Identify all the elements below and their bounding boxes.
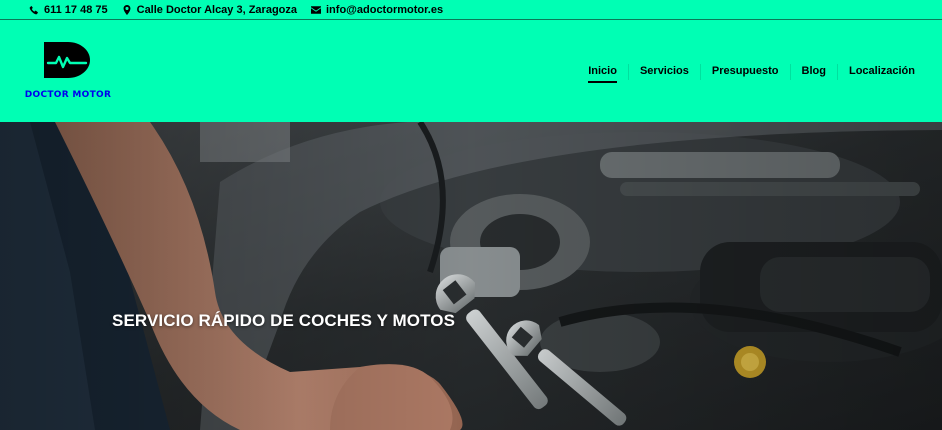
email-link[interactable]: info@adoctormotor.es: [326, 4, 443, 16]
brand-name: DOCTOR MOTOR: [24, 90, 112, 100]
phone-number[interactable]: 611 17 48 75: [44, 4, 108, 16]
nav-item-presupuesto[interactable]: Presupuesto: [699, 64, 790, 80]
hero-banner: SERVICIO RÁPIDO DE COCHES Y MOTOS: [0, 122, 942, 430]
nav-item-localizacion[interactable]: Localización: [836, 64, 926, 80]
address-text[interactable]: Calle Doctor Alcay 3, Zaragoza: [137, 4, 297, 16]
address-contact[interactable]: Calle Doctor Alcay 3, Zaragoza: [122, 4, 297, 16]
site-header: DOCTOR MOTOR Inicio Servicios Presupuest…: [0, 21, 942, 122]
hero-title: SERVICIO RÁPIDO DE COCHES Y MOTOS: [112, 311, 456, 330]
brand-logo[interactable]: DOCTOR MOTOR: [17, 42, 119, 102]
main-nav: Inicio Servicios Presupuesto Blog Locali…: [577, 64, 926, 83]
map-pin-icon: [123, 4, 131, 15]
top-contact-bar: 611 17 48 75 Calle Doctor Alcay 3, Zarag…: [0, 0, 942, 20]
email-contact[interactable]: info@adoctormotor.es: [311, 4, 443, 16]
envelope-icon: [311, 5, 321, 14]
phone-icon: [29, 5, 38, 14]
hero-engine-image: [0, 122, 942, 430]
nav-item-servicios[interactable]: Servicios: [627, 64, 700, 80]
phone-contact[interactable]: 611 17 48 75: [29, 4, 108, 16]
nav-item-inicio[interactable]: Inicio: [577, 64, 628, 83]
doctor-motor-logo-icon: [44, 42, 90, 78]
nav-item-blog[interactable]: Blog: [789, 64, 837, 80]
